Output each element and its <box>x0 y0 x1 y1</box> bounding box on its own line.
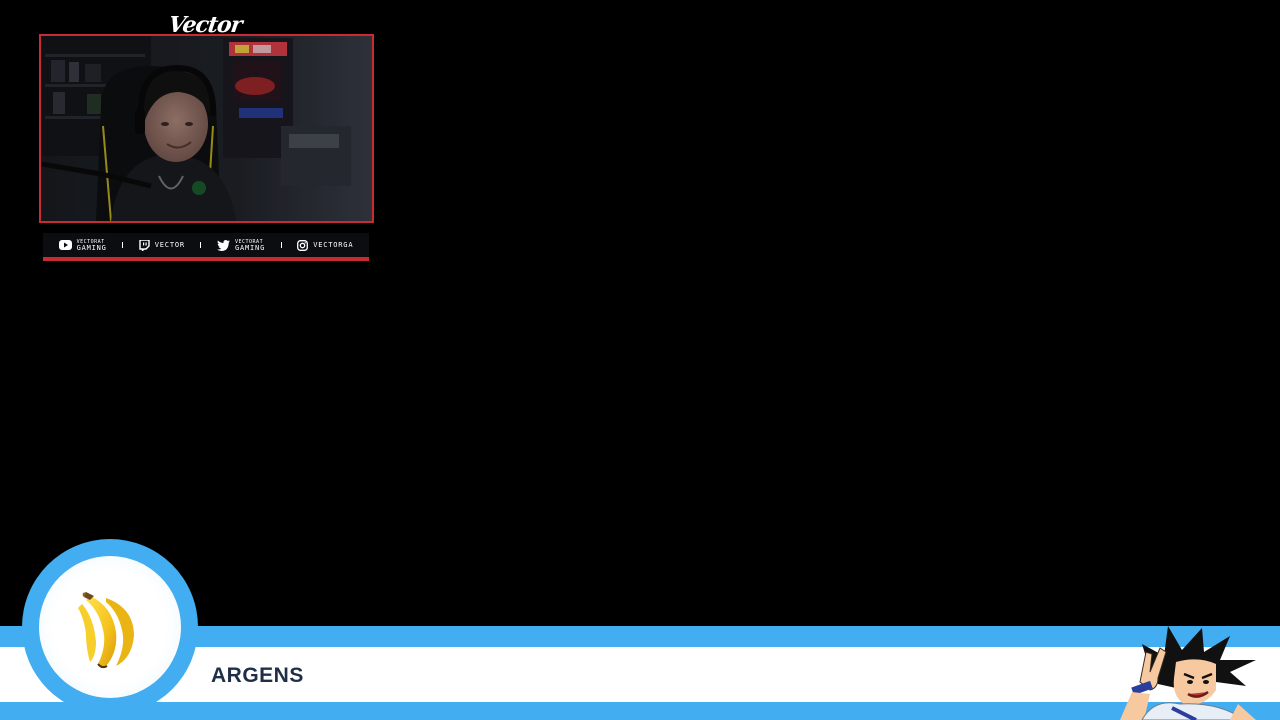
youtube-icon <box>58 240 72 250</box>
twitch-icon <box>139 239 150 251</box>
webcam-frame <box>39 34 374 223</box>
banana-icon <box>72 588 144 674</box>
webcam-feed <box>41 36 372 221</box>
twitter-link[interactable]: VECTORAT GAMING <box>217 239 266 252</box>
twitch-handle: VECTOR <box>154 241 185 249</box>
twitter-icon <box>217 239 230 251</box>
banner-title: ARGENS <box>211 664 304 687</box>
separator <box>122 242 124 248</box>
separator <box>280 242 282 248</box>
character-art <box>1080 622 1270 720</box>
instagram-icon <box>297 239 309 251</box>
instagram-handle: VECTORGA <box>313 241 354 249</box>
social-bar: VECTORAT GAMING VECTOR VECTORAT GAMING V… <box>43 233 369 261</box>
separator <box>200 242 202 248</box>
stream-overlay: Vector VECTORAT GAMING VECTOR VECTORAT G… <box>0 0 1280 720</box>
twitch-link[interactable]: VECTOR <box>139 239 185 251</box>
youtube-handle-line2: GAMING <box>76 244 107 252</box>
instagram-link[interactable]: VECTORGA <box>297 239 354 251</box>
youtube-link[interactable]: VECTORAT GAMING <box>58 239 107 252</box>
twitter-handle-line2: GAMING <box>235 244 266 252</box>
